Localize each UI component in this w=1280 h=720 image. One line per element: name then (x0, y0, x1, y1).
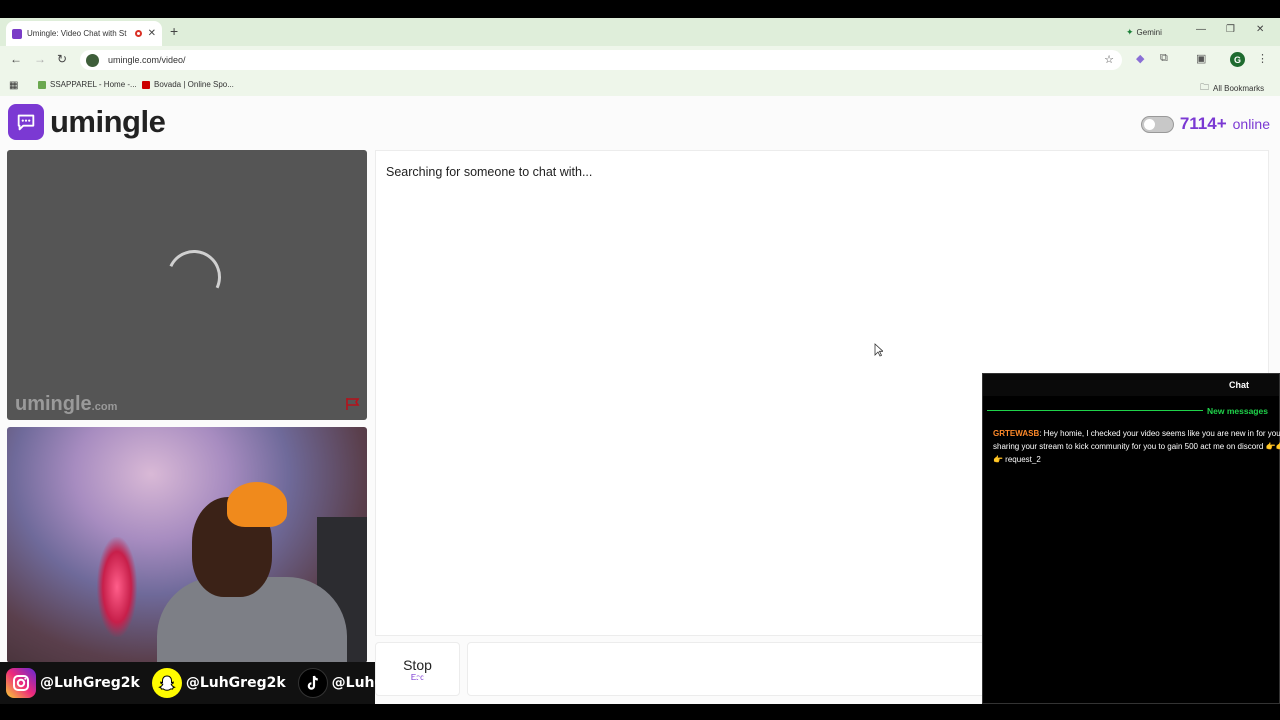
address-bar[interactable]: umingle.com/video/ ☆ (80, 50, 1122, 70)
chat-username: GRTEWASB (993, 429, 1040, 438)
profile-avatar[interactable]: G (1230, 52, 1245, 67)
bottom-black-bar (0, 704, 1280, 720)
gemini-label: Gemini (1136, 27, 1162, 37)
gemini-button[interactable]: ✦ Gemini (1120, 24, 1168, 40)
tiktok-handle: @LuhGreg2k (331, 675, 432, 691)
minimize-icon[interactable]: — (1196, 24, 1206, 35)
bookmark-star-icon[interactable]: ☆ (1104, 53, 1114, 66)
new-messages-label: New messages (1207, 406, 1268, 416)
watermark-suffix: .com (91, 401, 118, 413)
video-background-lights (97, 537, 137, 637)
stream-chat-overlay: Chat New messages GRTEWASB: Hey homie, I… (982, 373, 1280, 704)
theme-toggle[interactable] (1140, 115, 1174, 133)
screen: Umingle: Video Chat with St ✕ + ✦ Gemini… (0, 0, 1280, 720)
social-snapchat: @LuhGreg2k (151, 668, 286, 698)
report-flag-icon[interactable] (345, 397, 361, 411)
online-indicator: 7114+ online (1140, 114, 1270, 134)
close-window-icon[interactable]: ✕ (1256, 24, 1264, 35)
url-text: umingle.com/video/ (108, 55, 186, 65)
menu-kebab-icon[interactable]: ⋮ (1257, 52, 1268, 65)
browser-tab[interactable]: Umingle: Video Chat with St ✕ (6, 21, 162, 46)
close-tab-icon[interactable]: ✕ (148, 28, 156, 39)
snapchat-icon (151, 668, 182, 698)
online-count: 7114+ (1179, 114, 1227, 133)
stream-chat-message: GRTEWASB: Hey homie, I checked your vide… (993, 427, 1280, 466)
apps-grid-icon[interactable]: ▦ (9, 80, 18, 91)
instagram-handle: @LuhGreg2k (40, 675, 140, 691)
browser-tab-bar: Umingle: Video Chat with St ✕ + ✦ Gemini… (0, 18, 1280, 46)
online-label: online (1232, 116, 1270, 132)
forward-icon[interactable]: → (34, 52, 46, 66)
browser-toolbar: ← → ↻ umingle.com/video/ ☆ ◆ ⧉ ▣ ⋮ (0, 46, 1280, 74)
back-icon[interactable]: ← (10, 52, 22, 66)
side-panel-icon[interactable]: ▣ (1196, 52, 1206, 65)
site-info-icon[interactable] (86, 53, 99, 67)
tiktok-icon (297, 668, 328, 698)
new-tab-button[interactable]: + (170, 23, 178, 39)
extensions-puzzle-icon[interactable]: ⧉ (1160, 52, 1168, 65)
status-message: Searching for someone to chat with... (386, 165, 593, 179)
message-input[interactable] (467, 642, 987, 696)
stream-chat-header: Chat (983, 374, 1279, 396)
watermark-main: umingle (15, 393, 92, 415)
bookmark-label: Bovada | Online Spo... (154, 80, 234, 89)
folder-icon: 🗀 (1200, 82, 1210, 92)
loading-spinner-icon (159, 242, 229, 312)
chat-bubble-logo-icon (8, 104, 44, 140)
bookmark-label: SSAPPAREL - Home -... (50, 80, 137, 89)
new-messages-divider (987, 410, 1203, 411)
stranger-video: umingle.com (7, 150, 367, 420)
instagram-icon (6, 668, 36, 698)
snapchat-handle: @LuhGreg2k (185, 675, 286, 691)
restore-icon[interactable]: ❐ (1226, 24, 1235, 35)
logo-text: umingle (50, 104, 166, 139)
umingle-favicon-icon (12, 28, 22, 39)
mouse-cursor-icon (874, 343, 883, 357)
all-bookmarks-label: All Bookmarks (1213, 83, 1265, 93)
reload-icon[interactable]: ↻ (57, 52, 67, 66)
self-video (7, 427, 367, 663)
bookmark-bovada[interactable]: Bovada | Online Spo... (142, 80, 234, 89)
all-bookmarks-button[interactable]: 🗀 All Bookmarks (1200, 80, 1264, 96)
social-tiktok: @LuhGreg2k (297, 668, 432, 698)
recording-icon (134, 30, 142, 37)
bovada-icon (142, 80, 150, 89)
bookmarks-bar: ▦ SSAPPAREL - Home -... Bovada | Online … (0, 74, 1280, 96)
social-instagram: @LuhGreg2k (6, 668, 140, 698)
umingle-watermark: umingle.com (15, 393, 117, 416)
social-handles-overlay: @LuhGreg2k @LuhGreg2k @LuhGreg2k (0, 662, 431, 704)
umingle-logo[interactable]: umingle (8, 104, 166, 140)
bookmark-ssapparel[interactable]: SSAPPAREL - Home -... (38, 80, 137, 89)
video-person-cap (227, 482, 287, 527)
tab-title: Umingle: Video Chat with St (27, 29, 127, 38)
extension-icon[interactable]: ◆ (1136, 52, 1144, 65)
shopify-icon (38, 80, 46, 89)
gemini-icon: ✦ (1126, 26, 1134, 37)
